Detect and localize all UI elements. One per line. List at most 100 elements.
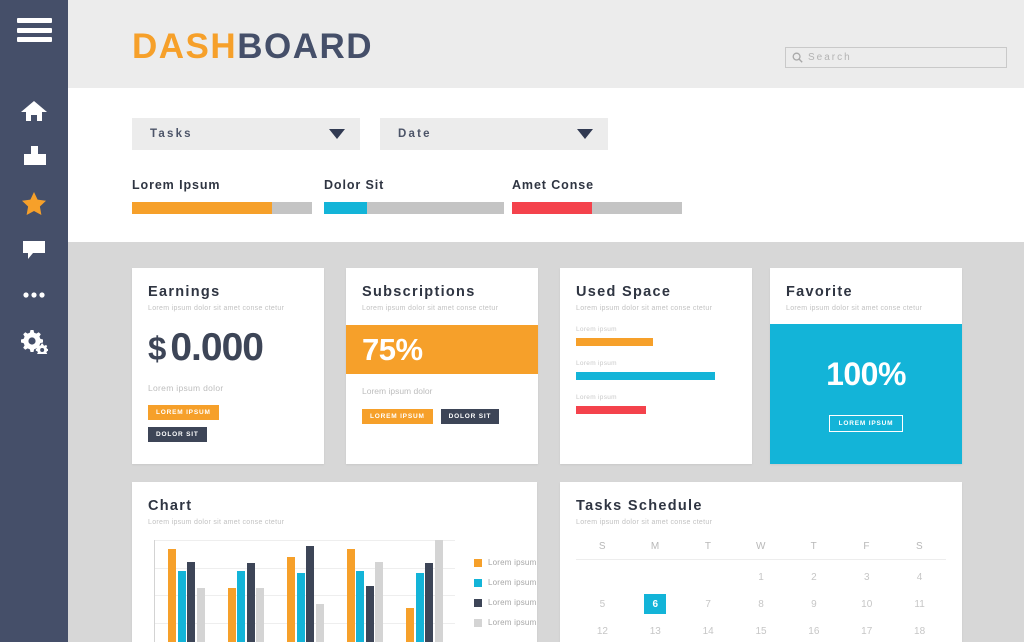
chevron-down-icon	[577, 129, 593, 139]
earnings-secondary-button[interactable]: DOLOR SIT	[148, 427, 207, 442]
gears-icon	[21, 330, 48, 354]
calendar-day[interactable]: 8	[735, 594, 788, 614]
calendar-weekday: M	[650, 541, 660, 552]
calendar-day[interactable]: 3	[840, 567, 893, 587]
card-title: Subscriptions	[362, 284, 476, 300]
calendar-cell-wrap: 5	[576, 594, 629, 614]
calendar-day-selected[interactable]: 6	[644, 594, 667, 614]
calendar-weekday: S	[598, 541, 607, 552]
calendar-day[interactable]: 1	[735, 567, 788, 587]
sidebar-item-messages[interactable]	[0, 226, 68, 272]
used-space-bar	[576, 406, 647, 414]
chart-legend-swatch	[474, 558, 482, 567]
sidebar-nav	[0, 88, 68, 364]
calendar-day-empty	[629, 567, 682, 587]
calendar-cell-wrap: 4	[893, 567, 946, 587]
dashboard-page: DASHBOARD Tasks Date Lorem Ipsum Dolor	[0, 0, 1024, 642]
subscriptions-primary-button[interactable]: LOREM IPSUM	[362, 409, 433, 424]
calendar-day[interactable]: 2	[787, 567, 840, 587]
used-space-label: Lorem ipsum	[576, 326, 617, 333]
chart-bar	[296, 573, 305, 642]
tasks-dropdown[interactable]: Tasks	[132, 118, 360, 150]
calendar-day[interactable]: 12	[576, 621, 629, 641]
chart-legend-item[interactable]: Lorem ipsum	[474, 618, 536, 627]
calendar-cell-wrap: 18	[893, 621, 946, 641]
calendar-day[interactable]: 13	[629, 621, 682, 641]
tasks-dropdown-label: Tasks	[150, 128, 193, 140]
calendar-day[interactable]: 14	[682, 621, 735, 641]
sidebar-item-home[interactable]	[0, 88, 68, 134]
calendar-day[interactable]: 4	[893, 567, 946, 587]
chart-bar	[365, 586, 374, 642]
calendar-weekday: T	[810, 541, 818, 552]
calendar-week-row: 12 13 14 15 16 17 18	[576, 621, 946, 641]
chart-bar-groups	[157, 540, 455, 642]
chart-bar	[434, 540, 443, 642]
earnings-primary-button[interactable]: LOREM IPSUM	[148, 405, 219, 420]
sidebar-item-favorites[interactable]	[0, 180, 68, 226]
calendar-week-row: 1234	[576, 567, 946, 587]
calendar-day[interactable]: 7	[682, 594, 735, 614]
card-chart: Chart Lorem ipsum dolor sit amet conse c…	[132, 482, 537, 642]
calendar-day[interactable]: 18	[893, 621, 946, 641]
subscriptions-percent: 75%	[362, 331, 423, 367]
sidebar	[0, 0, 68, 642]
metric-dolor-sit: Dolor Sit	[324, 178, 504, 214]
card-title: Favorite	[786, 284, 853, 300]
favorite-percent: 100%	[826, 356, 906, 392]
calendar-day[interactable]: 5	[576, 594, 629, 614]
chart-bar	[196, 588, 205, 642]
chart-bar	[287, 556, 296, 642]
subscriptions-buttons: LOREM IPSUM DOLOR SIT	[362, 409, 538, 424]
favorite-button[interactable]: LOREM IPSUM	[828, 415, 904, 432]
chart-bar	[375, 562, 384, 642]
chart-bar	[306, 545, 315, 642]
calendar-day[interactable]: 9	[787, 594, 840, 614]
calendar-day[interactable]: 16	[787, 621, 840, 641]
calendar-weekday: T	[704, 541, 712, 552]
sidebar-item-more[interactable]	[0, 272, 68, 318]
calendar-cell-wrap: 15	[735, 621, 788, 641]
calendar-week-row: 5 6 7 8 9 10 11	[576, 594, 946, 614]
chart-plot-area	[154, 540, 455, 642]
used-space-row: Lorem ipsum	[576, 326, 736, 346]
hamburger-menu-icon[interactable]	[17, 18, 52, 42]
earnings-note: Lorem ipsum dolor	[148, 383, 224, 393]
calendar-day[interactable]: 17	[840, 621, 893, 641]
metric-progress-fill	[132, 202, 273, 214]
sidebar-item-likes[interactable]	[0, 134, 68, 180]
card-title: Earnings	[148, 284, 221, 300]
card-favorite: Favorite Lorem ipsum dolor sit amet cons…	[770, 268, 962, 464]
calendar-day[interactable]: 11	[893, 594, 946, 614]
chart-legend-label: Lorem ipsum	[488, 578, 537, 587]
calendar-day[interactable]: 10	[840, 594, 893, 614]
sidebar-item-settings[interactable]	[0, 318, 68, 364]
chart-legend-item[interactable]: Lorem ipsum	[474, 558, 536, 567]
earnings-value: 0.000	[170, 326, 264, 369]
card-subtitle: Lorem ipsum dolor sit amet conse ctetur	[148, 305, 285, 312]
content-area: Earnings Lorem ipsum dolor sit amet cons…	[68, 242, 1024, 642]
search-input[interactable]	[808, 52, 998, 63]
calendar-day-empty	[682, 567, 735, 587]
card-tasks-schedule: Tasks Schedule Lorem ipsum dolor sit ame…	[560, 482, 962, 642]
calendar: SMTWTFS 12345678910111213141516171819202…	[576, 541, 946, 642]
used-space-label: Lorem ipsum	[576, 394, 617, 401]
header: DASHBOARD	[68, 0, 1024, 88]
subscriptions-header: Subscriptions Lorem ipsum dolor sit amet…	[346, 268, 538, 325]
calendar-day[interactable]: 15	[735, 621, 788, 641]
chart-legend-swatch	[474, 618, 482, 627]
chart-legend-label: Lorem ipsum	[488, 558, 537, 567]
metric-amet-conse: Amet Conse	[512, 178, 682, 214]
chart-bar-group	[227, 540, 265, 642]
calendar-body: 1234567891011121314151617181920212223242…	[576, 567, 946, 642]
chart-legend-item[interactable]: Lorem ipsum	[474, 598, 536, 607]
chart-bar	[356, 570, 365, 642]
date-dropdown[interactable]: Date	[380, 118, 608, 150]
search-box[interactable]	[785, 47, 1007, 68]
ellipsis-icon	[23, 292, 45, 298]
subscriptions-secondary-button[interactable]: DOLOR SIT	[440, 409, 500, 424]
chart-legend-item[interactable]: Lorem ipsum	[474, 578, 536, 587]
metric-progress-fill	[512, 202, 592, 214]
star-icon	[22, 191, 46, 215]
bar-chart: Lorem ipsum Lorem ipsum Lorem ipsum Lorem i…	[148, 540, 537, 642]
